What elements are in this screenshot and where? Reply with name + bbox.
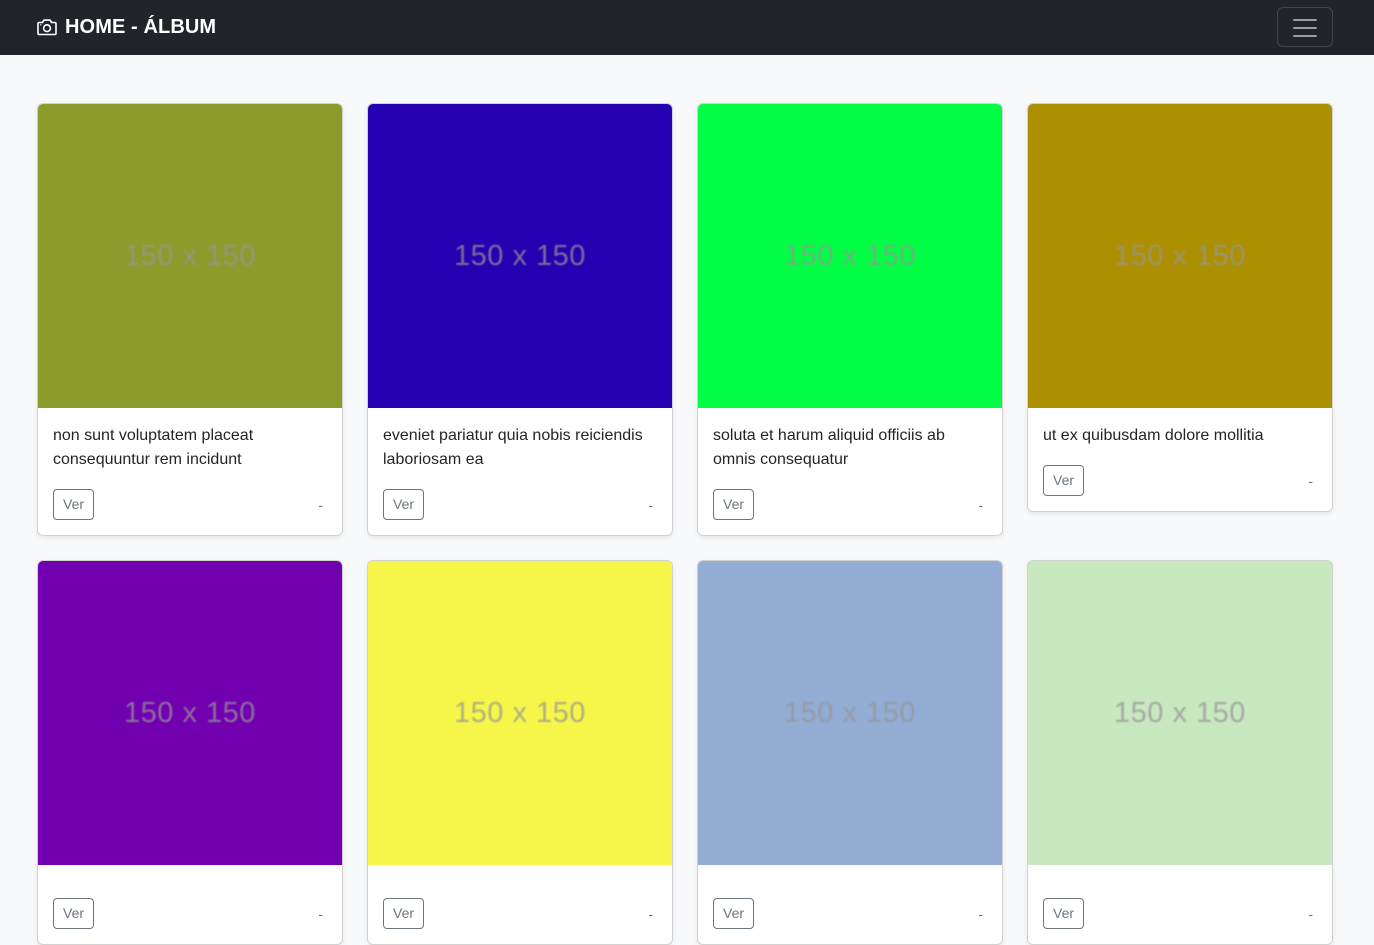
brand-link[interactable]: HOME - ÁLBUM (36, 14, 216, 40)
view-button[interactable]: Ver (383, 489, 425, 520)
card-body: Ver - (38, 865, 342, 944)
card-meta: - (318, 905, 323, 922)
thumbnail-placeholder-label: 150 x 150 (454, 696, 586, 729)
thumbnail-placeholder-label: 150 x 150 (1114, 696, 1246, 729)
card-body: soluta et harum aliquid officiis ab omni… (698, 408, 1002, 535)
card-title: ut ex quibusdam dolore mollitia (1043, 427, 1264, 444)
album-card: 150 x 150 soluta et harum aliquid offici… (697, 103, 1003, 536)
brand-title: HOME - ÁLBUM (65, 16, 217, 38)
thumbnail-placeholder-label: 150 x 150 (1114, 239, 1246, 272)
navbar-toggle-button[interactable] (1277, 7, 1333, 47)
card-meta: - (318, 496, 323, 513)
album-thumbnail[interactable]: 150 x 150 (368, 104, 672, 408)
thumbnail-placeholder-label: 150 x 150 (124, 696, 256, 729)
camera-icon (37, 19, 57, 36)
album-card: 150 x 150 Ver - (697, 560, 1003, 945)
card-body: ut ex quibusdam dolore mollitia Ver - (1028, 408, 1332, 511)
card-title: eveniet pariatur quia nobis reiciendis l… (383, 427, 643, 468)
card-body: eveniet pariatur quia nobis reiciendis l… (368, 408, 672, 535)
card-actions: Ver - (1043, 898, 1317, 929)
card-body: Ver - (368, 865, 672, 944)
album-card: 150 x 150 ut ex quibusdam dolore molliti… (1027, 103, 1333, 512)
card-title: non sunt voluptatem placeat consequuntur… (53, 427, 254, 468)
card-meta: - (978, 905, 983, 922)
card-actions: Ver - (53, 898, 327, 929)
card-actions: Ver - (713, 898, 987, 929)
view-button[interactable]: Ver (713, 489, 755, 520)
thumbnail-placeholder-label: 150 x 150 (784, 696, 916, 729)
album-card: 150 x 150 Ver - (1027, 560, 1333, 945)
view-button[interactable]: Ver (53, 489, 95, 520)
view-button[interactable]: Ver (383, 898, 425, 929)
view-button[interactable]: Ver (713, 898, 755, 929)
album-thumbnail[interactable]: 150 x 150 (1028, 561, 1332, 865)
card-meta: - (1308, 905, 1313, 922)
hamburger-menu-icon (1293, 19, 1317, 37)
album-thumbnail[interactable]: 150 x 150 (698, 561, 1002, 865)
card-body: non sunt voluptatem placeat consequuntur… (38, 408, 342, 535)
card-body: Ver - (1028, 865, 1332, 944)
album-card: 150 x 150 Ver - (367, 560, 673, 945)
card-actions: Ver - (1043, 465, 1317, 496)
card-title: soluta et harum aliquid officiis ab omni… (713, 427, 945, 468)
album-card: 150 x 150 Ver - (37, 560, 343, 945)
album-card: 150 x 150 eveniet pariatur quia nobis re… (367, 103, 673, 536)
thumbnail-placeholder-label: 150 x 150 (454, 239, 586, 272)
card-meta: - (648, 905, 653, 922)
card-meta: - (978, 496, 983, 513)
card-actions: Ver - (383, 898, 657, 929)
album-thumbnail[interactable]: 150 x 150 (38, 104, 342, 408)
album-thumbnail[interactable]: 150 x 150 (38, 561, 342, 865)
view-button[interactable]: Ver (53, 898, 95, 929)
card-actions: Ver - (53, 489, 327, 520)
card-meta: - (1308, 472, 1313, 489)
thumbnail-placeholder-label: 150 x 150 (124, 239, 256, 272)
album-thumbnail[interactable]: 150 x 150 (368, 561, 672, 865)
card-meta: - (648, 496, 653, 513)
view-button[interactable]: Ver (1043, 898, 1085, 929)
view-button[interactable]: Ver (1043, 465, 1085, 496)
card-actions: Ver - (383, 489, 657, 520)
card-body: Ver - (698, 865, 1002, 944)
top-navbar: HOME - ÁLBUM (0, 0, 1374, 55)
album-thumbnail[interactable]: 150 x 150 (1028, 104, 1332, 408)
album-card: 150 x 150 non sunt voluptatem placeat co… (37, 103, 343, 536)
thumbnail-placeholder-label: 150 x 150 (784, 239, 916, 272)
album-thumbnail[interactable]: 150 x 150 (698, 104, 1002, 408)
card-actions: Ver - (713, 489, 987, 520)
